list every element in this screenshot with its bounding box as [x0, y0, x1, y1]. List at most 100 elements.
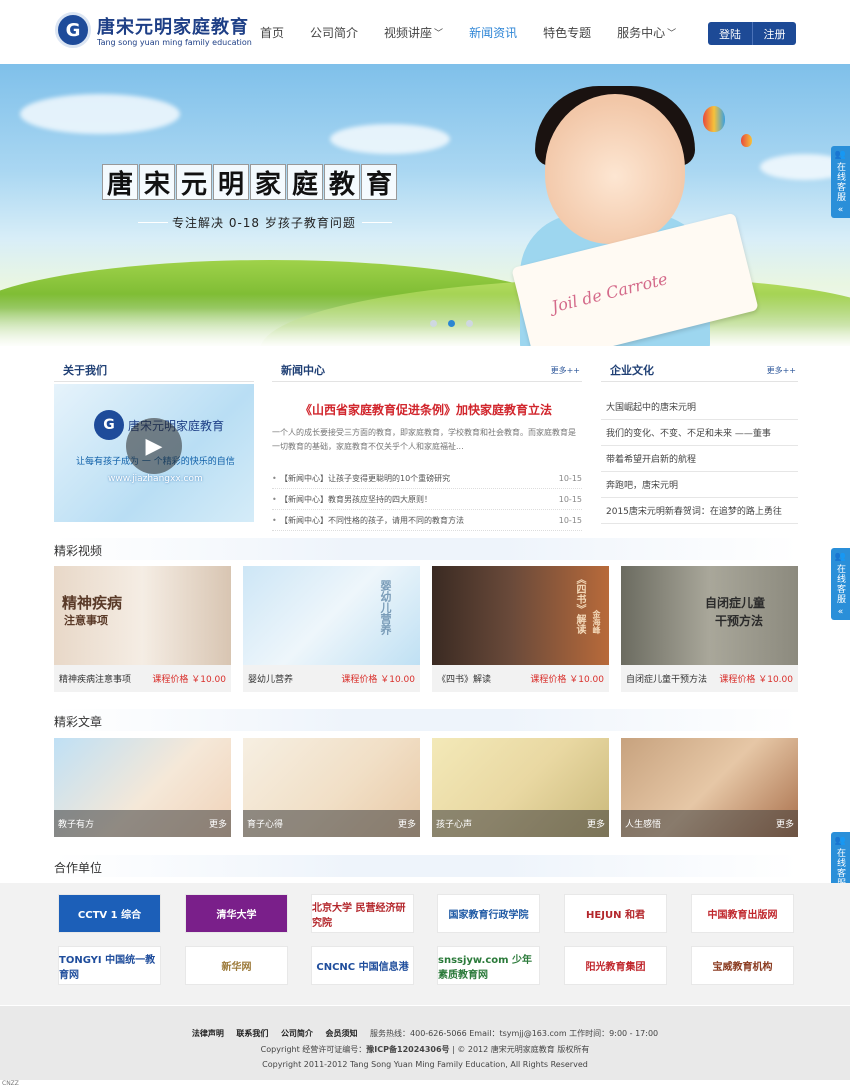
online-service-label: 在线客服: [835, 162, 845, 202]
article-card[interactable]: 教子有方 更多: [54, 738, 231, 837]
thumbnail-caption: 《四书》解读: [574, 574, 585, 634]
thumbnail-caption: 精神疾病: [62, 594, 123, 612]
article-card[interactable]: 育子心得 更多: [243, 738, 420, 837]
bullet: •: [272, 494, 277, 504]
play-icon[interactable]: ▶: [126, 418, 182, 474]
article-card[interactable]: 人生感悟 更多: [621, 738, 798, 837]
nav-about[interactable]: 公司简介: [310, 24, 358, 41]
book-cover-text: Joil de Carrote: [549, 269, 670, 317]
video-thumbnail: 婴幼儿营养: [243, 566, 420, 665]
news-item[interactable]: • 【新闻中心】不同性格的孩子，请用不同的教育方法 10-15: [272, 510, 582, 531]
about-video[interactable]: G 唐宋元明家庭教育 让每有孩子成为 一 个精彩的快乐的自信 www.jiazh…: [54, 384, 254, 522]
banner-divider: [138, 222, 168, 223]
footer-link-company[interactable]: 公司简介: [281, 1029, 313, 1038]
news-headline[interactable]: 《山西省家庭教育促进条例》加快家庭教育立法: [270, 401, 582, 418]
news-item-title: 【新闻中心】让孩子变得更聪明的10个重磅研究: [280, 473, 451, 483]
article-more-link[interactable]: 更多: [587, 817, 605, 830]
section-title: 精彩文章: [54, 715, 103, 729]
article-more-link[interactable]: 更多: [398, 817, 416, 830]
site-logo[interactable]: G 唐宋元明家庭教育 Tang song yuan ming family ed…: [55, 12, 252, 48]
footer-link-legal[interactable]: 法律声明: [192, 1029, 224, 1038]
culture-item[interactable]: 大国崛起中的唐宋元明: [601, 394, 798, 420]
video-thumbnail: 精神疾病 注意事项: [54, 566, 231, 665]
nav-home[interactable]: 首页: [260, 24, 284, 41]
partner-logo[interactable]: CNCNC 中国信息港: [311, 946, 414, 985]
chevron-left-icon: «: [837, 607, 844, 617]
partner-logo[interactable]: 中国教育出版网: [691, 894, 794, 933]
article-card-bar: 育子心得 更多: [243, 810, 420, 837]
footer-line-links: 法律声明 联系我们 公司简介 会员须知 服务热线：400-626-5066 Em…: [0, 1028, 850, 1039]
culture-item[interactable]: 2015唐宋元明新春贺词：在追梦的路上勇往: [601, 498, 798, 524]
video-name: 自闭症儿童干预方法: [626, 675, 708, 685]
video-thumbnail: 《四书》解读 金海峰: [432, 566, 609, 665]
video-card-meta: 自闭症儿童干预方法 课程价格 ￥10.00: [621, 665, 798, 692]
partner-logo[interactable]: HEJUN 和君: [564, 894, 667, 933]
partner-logo[interactable]: TONGYI 中国统一教育网: [58, 946, 161, 985]
partner-logo[interactable]: CCTV 1 综合: [58, 894, 161, 933]
nav-topics[interactable]: 特色专题: [543, 24, 591, 41]
cnzz-badge[interactable]: CNZZ: [2, 1080, 19, 1087]
partner-logo[interactable]: 阳光教育集团: [564, 946, 667, 985]
banner-title-char: 育: [361, 164, 397, 200]
partner-logo[interactable]: 清华大学: [185, 894, 288, 933]
nav-video-lectures[interactable]: 视频讲座 ﹀: [384, 24, 443, 41]
article-card[interactable]: 孩子心声 更多: [432, 738, 609, 837]
login-button[interactable]: 登陆: [708, 22, 752, 45]
video-card[interactable]: 自闭症儿童 干预方法 自闭症儿童干预方法 课程价格 ￥10.00: [621, 566, 798, 692]
online-service-tab[interactable]: 👥 在线客服 «: [831, 146, 850, 218]
hot-air-balloon-icon: [741, 134, 752, 147]
online-service-tab[interactable]: 👥 在线客服 «: [831, 548, 850, 620]
video-card[interactable]: 婴幼儿营养 婴幼儿营养 课程价格 ￥10.00: [243, 566, 420, 692]
chevron-down-icon: ﹀: [434, 29, 444, 39]
footer-link-contact[interactable]: 联系我们: [236, 1029, 268, 1038]
news-item[interactable]: • 【新闻中心】教育男孩应坚持的四大原则！ 10-15: [272, 489, 582, 510]
register-button[interactable]: 注册: [752, 22, 796, 45]
articles-section-title: 精彩文章: [54, 709, 798, 731]
footer-icp-link[interactable]: 豫ICP备12024306号: [366, 1045, 449, 1054]
partner-logo[interactable]: 宝威教育机构: [691, 946, 794, 985]
cloud: [330, 124, 450, 154]
hero-banner[interactable]: Joil de Carrote 唐 宋 元 明 家 庭 教 育 专注解决 0-1…: [0, 64, 850, 346]
video-card[interactable]: 《四书》解读 金海峰 《四书》解读课程价格 ￥10.00: [432, 566, 609, 692]
news-item[interactable]: • 【新闻中心】让孩子变得更聪明的10个重磅研究 10-15: [272, 468, 582, 489]
article-more-link[interactable]: 更多: [776, 817, 794, 830]
culture-item[interactable]: 带着希望开启新的航程: [601, 446, 798, 472]
logo-chinese-name: 唐宋元明家庭教育: [97, 17, 249, 38]
article-card-bar: 人生感悟 更多: [621, 810, 798, 837]
news-item-title: 【新闻中心】不同性格的孩子，请用不同的教育方法: [280, 515, 464, 525]
culture-item[interactable]: 我们的变化、不变、不足和未来 ——董事: [601, 420, 798, 446]
nav-label: 公司简介: [310, 26, 359, 40]
video-card-meta: 精神疾病注意事项 课程价格 ￥10.00: [54, 665, 231, 692]
slider-dot[interactable]: [430, 320, 437, 327]
news-list: • 【新闻中心】让孩子变得更聪明的10个重磅研究 10-15 • 【新闻中心】教育男孩…: [272, 468, 582, 531]
nav-news[interactable]: 新闻资讯: [469, 24, 517, 41]
video-card[interactable]: 精神疾病 注意事项 精神疾病注意事项 课程价格 ￥10.00: [54, 566, 231, 692]
news-item-title: 【新闻中心】教育男孩应坚持的四大原则！: [280, 494, 432, 504]
logo-mark-icon: G: [94, 410, 124, 440]
partner-logo[interactable]: 新华网: [185, 946, 288, 985]
slider-dot-active[interactable]: [448, 320, 455, 327]
footer-copyright: Copyright 2011-2012 Tang Song Yuan Ming …: [262, 1060, 588, 1069]
partner-logo[interactable]: snssjyw.com 少年素质教育网: [437, 946, 540, 985]
thumbnail-caption: 自闭症儿童: [705, 596, 766, 610]
video-name: 精神疾病注意事项: [59, 675, 132, 685]
news-more-link[interactable]: 更多++: [551, 365, 580, 376]
partner-logo[interactable]: 国家教育行政学院: [437, 894, 540, 933]
culture-item[interactable]: 奔跑吧，唐宋元明: [601, 472, 798, 498]
logo-text: 唐宋元明家庭教育 Tang song yuan ming family educ…: [97, 13, 252, 47]
footer-link-member[interactable]: 会员须知: [325, 1029, 357, 1038]
thumbnail-caption: 婴幼儿营养: [379, 580, 392, 635]
nav-service[interactable]: 服务中心 ﹀: [617, 24, 676, 41]
article-more-link[interactable]: 更多: [209, 817, 227, 830]
culture-more-link[interactable]: 更多++: [767, 365, 796, 376]
video-url: www.jiazhangxx.com: [108, 474, 203, 484]
news-item-date: 10-15: [558, 515, 582, 525]
partner-logo[interactable]: 北京大学 民营经济研究院: [311, 894, 414, 933]
news-item-date: 10-15: [558, 494, 582, 504]
video-price: 课程价格 ￥10.00: [530, 675, 604, 685]
slider-dot[interactable]: [466, 320, 473, 327]
footer-contact: 服务热线：400-626-5066 Email：tsymjj@163.com 工…: [370, 1029, 659, 1038]
logo-english-name: Tang song yuan ming family education: [97, 38, 252, 47]
section-title: 精彩视频: [54, 544, 103, 558]
thumbnail-caption: 注意事项: [64, 614, 108, 627]
